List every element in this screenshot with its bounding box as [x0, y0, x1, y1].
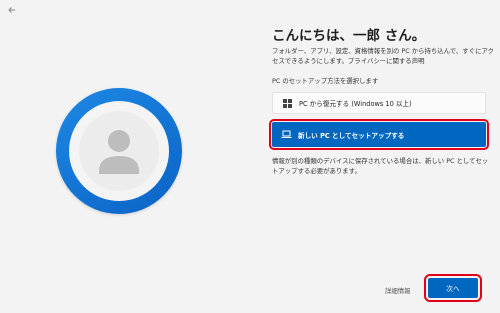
- new-pc-option-label: 新しい PC としてセットアップする: [298, 131, 405, 140]
- setup-pane: こんにちは、一郎 さん。 フォルダー、アプリ、設定、資格情報を別の PC から持…: [262, 0, 494, 313]
- details-link[interactable]: 詳細情報: [385, 286, 411, 295]
- windows-icon: [281, 97, 293, 109]
- avatar-pane: [0, 0, 250, 313]
- avatar-ring: [69, 101, 169, 201]
- description-text: フォルダー、アプリ、設定、資格情報を別の PC から持ち込んで、すぐにアクセスで…: [272, 47, 494, 65]
- setup-method-label: PC のセットアップ方法を選択します: [272, 77, 379, 85]
- setup-as-new-pc-option[interactable]: 新しい PC としてセットアップする: [269, 119, 489, 150]
- info-text: 情報が別の種類のデバイスに保存されている場合は、新しい PC としてセットアップ…: [272, 157, 489, 175]
- restore-from-pc-option[interactable]: PC から復元する (Windows 10 以上): [272, 92, 486, 114]
- page-title: こんにちは、一郎 さん。: [272, 28, 426, 44]
- user-avatar-icon: [99, 130, 139, 174]
- laptop-icon: [280, 129, 292, 141]
- avatar: [56, 88, 182, 214]
- restore-option-label: PC から復元する (Windows 10 以上): [299, 100, 412, 108]
- next-button[interactable]: 次へ: [424, 274, 482, 302]
- avatar-disc: [79, 111, 159, 191]
